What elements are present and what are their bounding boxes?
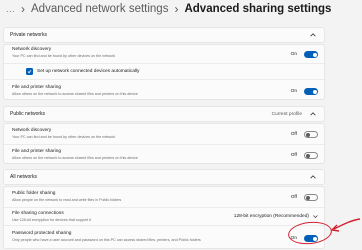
row-file-sharing-connections: File sharing connections Use 128-bit enc… (4, 207, 324, 225)
row-title: File and printer sharing (12, 149, 62, 154)
toggle-knob (312, 52, 317, 57)
row-description: Only people who have a user account and … (12, 238, 201, 242)
section-title-private: Private networks (10, 32, 47, 38)
section-header-all[interactable]: All networks (3, 169, 325, 185)
checkmark-icon (27, 70, 32, 74)
network-discovery-private-toggle[interactable] (304, 51, 318, 58)
toggle-label: Off (290, 195, 297, 200)
row-description: Allow others on the network to access sh… (12, 156, 138, 160)
row-password-protected-sharing: Password protected sharing Only people w… (4, 225, 324, 249)
auto-setup-label: Set up network connected devices automat… (37, 69, 140, 74)
toggle-knob (306, 153, 310, 158)
toggle-label: Off (290, 132, 297, 137)
select-value: 128-bit encryption (Recommended) (233, 214, 309, 219)
row-title: File sharing connections (12, 211, 64, 216)
private-networks-panel: Network discovery Your PC can find and b… (3, 44, 325, 100)
toggle-knob (306, 132, 310, 137)
chevron-up-icon (310, 111, 316, 117)
row-file-printer-private: File and printer sharing Allow others on… (4, 79, 324, 100)
row-description: Allow people on the network to read and … (12, 198, 122, 202)
breadcrumb-chevron-icon: › (174, 2, 179, 16)
section-header-public[interactable]: Public networks Current profile (3, 106, 325, 122)
section-title-all: All networks (10, 174, 37, 180)
row-file-printer-public: File and printer sharing Allow others on… (4, 144, 324, 164)
toggle-knob (312, 89, 317, 94)
row-description: Use 128-bit encryption for devices that … (12, 218, 92, 222)
public-folder-toggle[interactable] (304, 194, 318, 201)
row-network-discovery-public: Network discovery Your PC can find and b… (4, 124, 324, 144)
toggle-knob (306, 195, 310, 200)
file-printer-private-toggle[interactable] (304, 88, 318, 95)
network-discovery-public-toggle-group: Off (291, 131, 318, 138)
annotation-arrow-icon (330, 218, 361, 232)
public-networks-panel: Network discovery Your PC can find and b… (3, 123, 325, 164)
file-sharing-connections-select[interactable]: 128-bit encryption (Recommended) (234, 214, 318, 219)
section-header-private[interactable]: Private networks (3, 27, 325, 43)
row-public-folder-sharing: Public folder sharing Allow people on th… (4, 187, 324, 207)
breadcrumb-overflow[interactable]: ... (6, 4, 15, 14)
row-title: Network discovery (12, 128, 52, 133)
row-description: Allow others on the network to access sh… (12, 92, 138, 96)
page-title: Advanced sharing settings (184, 3, 332, 15)
header-right: Current profile (272, 111, 316, 117)
row-title: Public folder sharing (12, 191, 56, 196)
breadcrumb-previous[interactable]: Advanced network settings (31, 3, 168, 15)
row-title: File and printer sharing (12, 85, 62, 90)
row-network-discovery-private: Network discovery Your PC can find and b… (4, 45, 324, 63)
toggle-label: Off (290, 153, 297, 158)
chevron-up-icon (310, 32, 316, 38)
row-title: Password protected sharing (12, 231, 72, 236)
breadcrumb: ... › Advanced network settings › Advanc… (6, 2, 331, 16)
toggle-label: On (290, 89, 297, 94)
all-networks-panel: Public folder sharing Allow people on th… (3, 186, 325, 249)
row-description: Your PC can find and be found by other d… (12, 135, 116, 139)
network-discovery-private-toggle-group: On (291, 51, 318, 58)
row-title: Network discovery (12, 47, 52, 52)
chevron-down-icon (313, 214, 318, 219)
breadcrumb-chevron-icon: › (21, 2, 26, 16)
file-printer-public-toggle-group: Off (291, 152, 318, 159)
file-printer-public-toggle[interactable] (304, 152, 318, 159)
current-profile-badge: Current profile (271, 111, 302, 117)
auto-setup-checkbox[interactable] (26, 68, 33, 75)
chevron-up-icon (310, 174, 316, 180)
public-folder-toggle-group: Off (291, 194, 318, 201)
toggle-label: On (290, 52, 297, 57)
section-title-public: Public networks (10, 111, 46, 117)
row-description: Your PC can find and be found by other d… (12, 54, 116, 58)
row-auto-setup: Set up network connected devices automat… (4, 63, 324, 79)
network-discovery-public-toggle[interactable] (304, 131, 318, 138)
file-printer-private-toggle-group: On (291, 88, 318, 95)
